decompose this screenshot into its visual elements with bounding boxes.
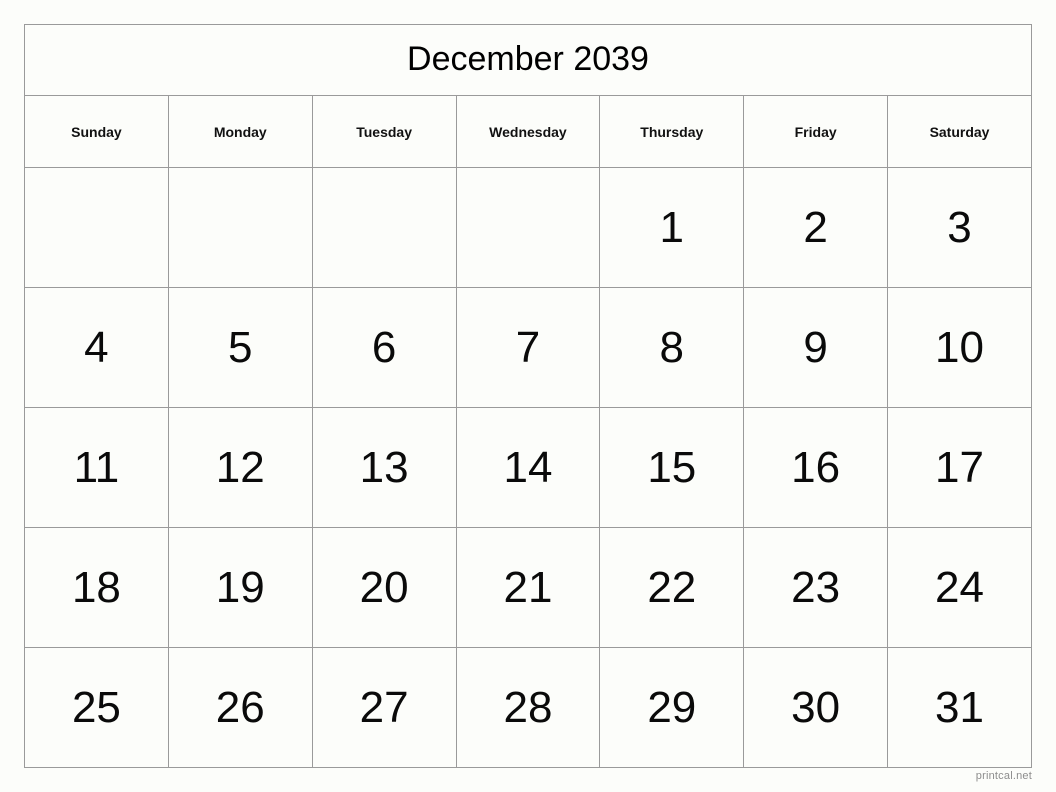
calendar-page: December 2039 Sunday Monday Tuesday Wedn… bbox=[0, 0, 1056, 792]
day-number: 7 bbox=[515, 322, 541, 372]
day-cell[interactable]: 28 bbox=[455, 647, 601, 768]
day-cell[interactable]: 19 bbox=[167, 527, 313, 648]
day-cell[interactable]: 10 bbox=[887, 287, 1032, 408]
weekday-header-row: Sunday Monday Tuesday Wednesday Thursday… bbox=[24, 95, 1032, 168]
day-number: 21 bbox=[503, 562, 553, 612]
day-number: 1 bbox=[659, 202, 685, 252]
day-number: 6 bbox=[371, 322, 397, 372]
day-number: 22 bbox=[647, 562, 697, 612]
day-number: 29 bbox=[647, 682, 697, 732]
day-number: 20 bbox=[359, 562, 409, 612]
day-cell[interactable]: 2 bbox=[743, 167, 889, 288]
day-cell[interactable]: 27 bbox=[311, 647, 457, 768]
day-cell[interactable]: 18 bbox=[24, 527, 169, 648]
day-number: 28 bbox=[503, 682, 553, 732]
day-number: 31 bbox=[935, 682, 984, 732]
day-cell[interactable]: 6 bbox=[311, 287, 457, 408]
day-number: 26 bbox=[215, 682, 265, 732]
day-cell[interactable]: 8 bbox=[599, 287, 745, 408]
day-cell[interactable]: 20 bbox=[311, 527, 457, 648]
weekday-header-friday: Friday bbox=[743, 95, 889, 168]
day-cell[interactable]: 12 bbox=[167, 407, 313, 528]
day-cell[interactable]: 21 bbox=[455, 527, 601, 648]
calendar-week-row: 18 19 20 21 22 23 24 bbox=[24, 527, 1032, 648]
day-cell[interactable]: 4 bbox=[24, 287, 169, 408]
weekday-header-monday: Monday bbox=[167, 95, 313, 168]
day-number: 14 bbox=[503, 442, 553, 492]
day-cell[interactable]: 17 bbox=[887, 407, 1032, 528]
calendar-week-row: 1 2 3 bbox=[24, 167, 1032, 288]
day-cell[interactable]: 7 bbox=[455, 287, 601, 408]
day-number: 25 bbox=[71, 682, 121, 732]
weekday-header-sunday: Sunday bbox=[24, 95, 169, 168]
weekday-header-tuesday: Tuesday bbox=[311, 95, 457, 168]
calendar-title-row: December 2039 bbox=[24, 24, 1032, 96]
day-number: 2 bbox=[803, 202, 828, 252]
day-cell[interactable]: 15 bbox=[599, 407, 745, 528]
day-cell[interactable]: 5 bbox=[167, 287, 313, 408]
weekday-header-wednesday: Wednesday bbox=[455, 95, 601, 168]
day-number: 24 bbox=[935, 562, 984, 612]
calendar-table: December 2039 Sunday Monday Tuesday Wedn… bbox=[24, 24, 1032, 768]
source-attribution: printcal.net bbox=[975, 770, 1032, 782]
day-cell[interactable] bbox=[455, 167, 601, 288]
day-cell[interactable]: 22 bbox=[599, 527, 745, 648]
calendar-container: December 2039 Sunday Monday Tuesday Wedn… bbox=[24, 24, 1032, 768]
day-number: 4 bbox=[84, 322, 109, 372]
calendar-title: December 2039 bbox=[24, 24, 1032, 96]
day-number: 3 bbox=[947, 202, 972, 252]
day-cell[interactable] bbox=[311, 167, 457, 288]
calendar-week-row: 11 12 13 14 15 16 17 bbox=[24, 407, 1032, 528]
day-cell[interactable]: 25 bbox=[24, 647, 169, 768]
day-cell[interactable]: 9 bbox=[743, 287, 889, 408]
day-cell[interactable]: 16 bbox=[743, 407, 889, 528]
day-number: 8 bbox=[659, 322, 685, 372]
day-cell[interactable]: 24 bbox=[887, 527, 1032, 648]
day-number: 15 bbox=[647, 442, 697, 492]
day-cell[interactable]: 23 bbox=[743, 527, 889, 648]
day-cell[interactable]: 1 bbox=[599, 167, 745, 288]
calendar-week-row: 25 26 27 28 29 30 31 bbox=[24, 647, 1032, 768]
day-number: 17 bbox=[935, 442, 984, 492]
day-number: 5 bbox=[228, 322, 253, 372]
day-number: 19 bbox=[215, 562, 265, 612]
weekday-header-saturday: Saturday bbox=[887, 95, 1032, 168]
day-cell[interactable]: 13 bbox=[311, 407, 457, 528]
day-cell[interactable] bbox=[24, 167, 169, 288]
day-number: 10 bbox=[935, 322, 984, 372]
day-number: 16 bbox=[791, 442, 841, 492]
day-number: 18 bbox=[71, 562, 121, 612]
day-cell[interactable]: 26 bbox=[167, 647, 313, 768]
weekday-header-thursday: Thursday bbox=[599, 95, 745, 168]
day-cell[interactable]: 29 bbox=[599, 647, 745, 768]
day-cell[interactable]: 31 bbox=[887, 647, 1032, 768]
day-number: 30 bbox=[791, 682, 841, 732]
day-number: 11 bbox=[73, 442, 120, 492]
day-number: 12 bbox=[215, 442, 265, 492]
day-cell[interactable]: 14 bbox=[455, 407, 601, 528]
day-cell[interactable]: 11 bbox=[24, 407, 169, 528]
day-cell[interactable] bbox=[167, 167, 313, 288]
day-cell[interactable]: 3 bbox=[887, 167, 1032, 288]
day-cell[interactable]: 30 bbox=[743, 647, 889, 768]
calendar-week-row: 4 5 6 7 8 9 10 bbox=[24, 287, 1032, 408]
day-number: 27 bbox=[359, 682, 409, 732]
day-number: 9 bbox=[803, 322, 828, 372]
day-number: 13 bbox=[359, 442, 409, 492]
day-number: 23 bbox=[791, 562, 841, 612]
